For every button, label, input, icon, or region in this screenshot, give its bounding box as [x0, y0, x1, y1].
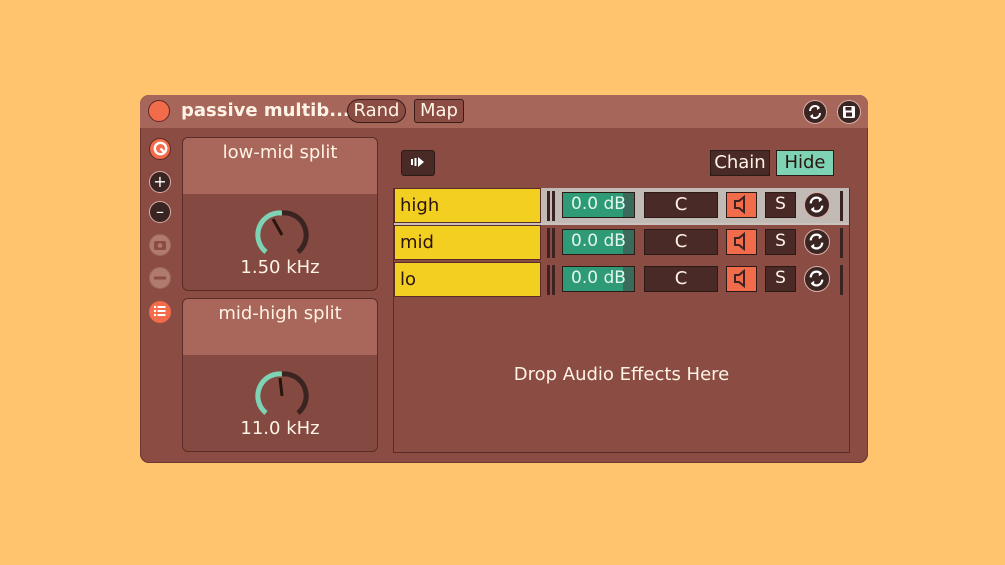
- chain-name[interactable]: high: [394, 188, 541, 223]
- macro-knob[interactable]: [255, 208, 309, 262]
- chain-grip[interactable]: [547, 228, 550, 258]
- randomize-icon[interactable]: [804, 192, 830, 218]
- minus-icon[interactable]: [149, 267, 171, 289]
- remove-icon[interactable]: –: [149, 201, 171, 223]
- chain-grip[interactable]: [552, 228, 555, 258]
- randomize-icon[interactable]: [804, 266, 830, 292]
- chain-grip[interactable]: [840, 265, 843, 295]
- list-icon[interactable]: [149, 301, 171, 323]
- device-title[interactable]: passive multib...: [181, 100, 350, 122]
- chain-name[interactable]: mid: [394, 225, 541, 260]
- macro-knob[interactable]: [255, 369, 309, 423]
- chain-grip[interactable]: [552, 265, 555, 295]
- chain-solo[interactable]: S: [765, 266, 796, 292]
- randomize-icon[interactable]: [804, 229, 830, 255]
- chain-row-mid[interactable]: mid 0.0 dB C S: [394, 225, 849, 262]
- add-icon[interactable]: +: [149, 171, 171, 193]
- chain-volume[interactable]: 0.0 dB: [562, 266, 635, 292]
- randomize-icon[interactable]: [803, 100, 827, 124]
- snapshot-icon[interactable]: [149, 234, 171, 256]
- chain-volume[interactable]: 0.0 dB: [562, 229, 635, 255]
- chain-volume[interactable]: 0.0 dB: [562, 192, 635, 218]
- chain-pan[interactable]: C: [644, 266, 718, 292]
- chain-volume-value: 0.0 dB: [571, 268, 626, 288]
- power-icon[interactable]: [148, 100, 170, 122]
- chain-name[interactable]: lo: [394, 262, 541, 297]
- chain-solo[interactable]: S: [765, 229, 796, 255]
- chain-grip[interactable]: [552, 191, 555, 221]
- play-chain-icon[interactable]: [401, 150, 435, 176]
- map-button[interactable]: Map: [414, 99, 464, 123]
- chain-button[interactable]: Chain: [710, 150, 770, 176]
- chain-row-lo[interactable]: lo 0.0 dB C S: [394, 262, 849, 299]
- chain-grip[interactable]: [840, 228, 843, 258]
- macro-label: mid-high split: [183, 299, 377, 355]
- macro-value: 1.50 kHz: [240, 257, 320, 278]
- drop-effects-hint: Drop Audio Effects Here: [513, 364, 730, 385]
- chain-row-high[interactable]: high 0.0 dB C S: [394, 188, 849, 225]
- chain-grip[interactable]: [547, 191, 550, 221]
- chain-pan[interactable]: C: [644, 192, 718, 218]
- chain-grip[interactable]: [840, 191, 843, 221]
- hide-button[interactable]: Hide: [776, 150, 834, 176]
- chain-grip[interactable]: [547, 265, 550, 295]
- macro-mid-high-split[interactable]: mid-high split 11.0 kHz: [182, 298, 378, 452]
- macro-low-mid-split[interactable]: low-mid split 1.50 kHz: [182, 137, 378, 291]
- chain-solo[interactable]: S: [765, 192, 796, 218]
- chain-pan[interactable]: C: [644, 229, 718, 255]
- speaker-icon[interactable]: [726, 229, 757, 255]
- chain-volume-value: 0.0 dB: [571, 194, 626, 214]
- device-panel: passive multib... Rand Map + – low-mid s…: [140, 95, 868, 463]
- macro-value: 11.0 kHz: [240, 418, 320, 439]
- save-icon[interactable]: [837, 100, 861, 124]
- hot-swap-icon[interactable]: [149, 138, 171, 160]
- chain-volume-value: 0.0 dB: [571, 231, 626, 251]
- speaker-icon[interactable]: [726, 266, 757, 292]
- title-bar: passive multib... Rand Map: [140, 95, 868, 128]
- speaker-icon[interactable]: [726, 192, 757, 218]
- macro-label: low-mid split: [183, 138, 377, 194]
- rand-button[interactable]: Rand: [347, 99, 406, 123]
